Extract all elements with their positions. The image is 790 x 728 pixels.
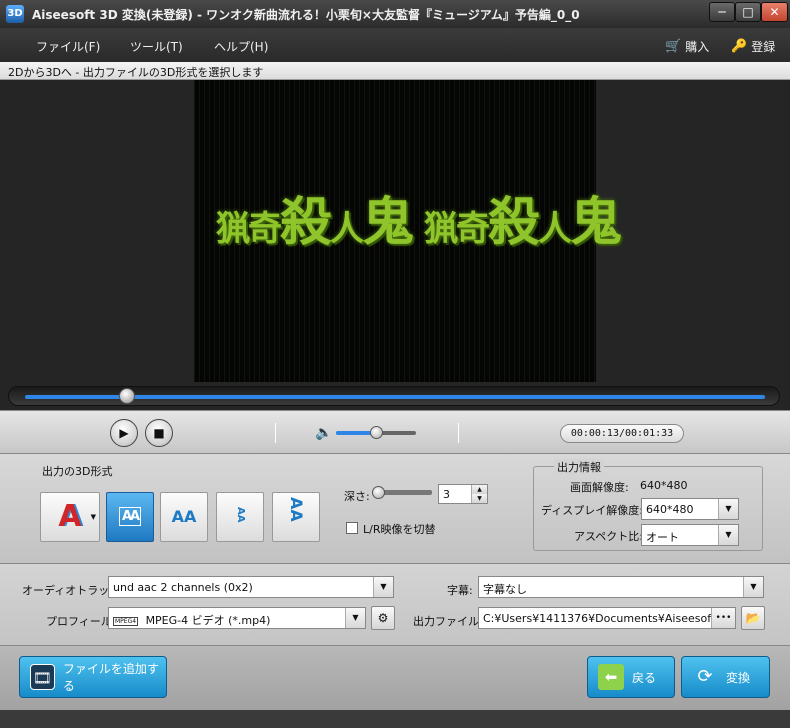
mpeg4-icon: MPEG4 [113, 616, 139, 626]
side-by-side-full-icon: AA [171, 507, 197, 526]
seek-progress [25, 395, 765, 399]
aspect-label: アスペクト比: [574, 530, 643, 543]
output-path-field[interactable]: C:¥Users¥1411376¥Documents¥Aiseesoft St … [478, 607, 736, 629]
preview-area: 猟奇殺人鬼 猟奇殺人鬼 [0, 80, 790, 410]
aspect-select[interactable]: オート ▼ [641, 524, 739, 546]
folder-icon: 📂 [745, 611, 761, 625]
depth-spinbox[interactable]: 3 ▲ ▼ [438, 484, 488, 504]
menu-bar: ファイル(F) ツール(T) ヘルプ(H) 🛒 購入 🔑 登録 [0, 28, 790, 62]
app-logo-icon: 3D [6, 5, 24, 23]
spin-up-icon[interactable]: ▲ [471, 485, 487, 494]
subtitle-select[interactable]: 字幕なし ▼ [478, 576, 764, 598]
lr-swap-label: L/R映像を切替 [363, 523, 436, 536]
convert-refresh-icon: ⟳ [697, 666, 713, 687]
settings-panel: 出力の3D形式 A ▼ AA AA AA AA 深さ: 3 ▲ ▼ L/R映像を… [0, 454, 790, 564]
top-bottom-half-icon: AA [235, 507, 246, 523]
menu-tools[interactable]: ツール(T) [130, 38, 183, 55]
seek-thumb[interactable] [119, 388, 135, 404]
menu-help[interactable]: ヘルプ(H) [214, 38, 268, 55]
chevron-down-icon: ▼ [743, 577, 763, 597]
maximize-button[interactable]: □ [735, 2, 761, 22]
convert-label: 変換 [726, 670, 751, 685]
profile-label: プロフィール: [46, 615, 116, 628]
add-film-icon: 🎞 [30, 664, 55, 690]
minimize-button[interactable]: ─ [709, 2, 735, 22]
stop-button[interactable]: ■ [145, 419, 173, 447]
status-bar [0, 710, 790, 728]
back-button[interactable]: ⬅ 戻る [587, 656, 675, 698]
window-title: Aiseesoft 3D 変換(未登録) - ワンオク新曲流れる！小栗旬×大友監… [32, 8, 580, 22]
dropdown-icon: ▼ [90, 513, 96, 521]
play-icon: ▶ [119, 426, 129, 440]
menu-file[interactable]: ファイル(F) [36, 38, 100, 55]
convert-button[interactable]: ⟳ 変換 [681, 656, 770, 698]
subtitle-value: 字幕なし [483, 583, 527, 596]
side-by-side-half-icon: AA [118, 507, 142, 526]
time-display: 00:00:13/00:01:33 [560, 424, 684, 443]
output-file-label: 出力ファイル: [413, 615, 483, 628]
video-preview: 猟奇殺人鬼 猟奇殺人鬼 [194, 80, 622, 382]
add-file-label: ファイルを追加する [62, 662, 159, 693]
output-path-value: C:¥Users¥1411376¥Documents¥Aiseesoft St [483, 612, 730, 625]
playback-controls: ▶ ■ 🔈 00:00:13/00:01:33 [0, 410, 790, 454]
purchase-link[interactable]: 🛒 購入 [665, 38, 709, 55]
top-bottom-full-icon: AA [287, 497, 306, 522]
profile-select[interactable]: MPEG4 MPEG-4 ビデオ (*.mp4) ▼ [108, 607, 366, 629]
title-bar: 3D Aiseesoft 3D 変換(未登録) - ワンオク新曲流れる！小栗旬×… [0, 0, 790, 28]
divider [458, 423, 459, 443]
seek-bar[interactable] [8, 386, 780, 406]
lr-swap-checkbox[interactable] [346, 522, 358, 534]
chevron-down-icon: ▼ [718, 499, 738, 519]
stop-icon: ■ [153, 426, 165, 440]
aspect-value: オート [646, 531, 679, 544]
more-button[interactable]: ••• [711, 608, 735, 628]
depth-thumb[interactable] [372, 486, 385, 499]
back-label: 戻る [632, 670, 657, 685]
side-by-side-full-button[interactable]: AA [160, 492, 208, 542]
display-resolution-select[interactable]: 640*480 ▼ [641, 498, 739, 520]
profile-settings-button[interactable]: ⚙ [371, 606, 395, 630]
chevron-down-icon: ▼ [718, 525, 738, 545]
divider [275, 423, 276, 443]
chevron-down-icon: ▼ [373, 577, 393, 597]
output-settings: オーディオトラック: und aac 2 channels (0x2) ▼ 字幕… [0, 564, 790, 646]
resolution-value: 640*480 [640, 479, 688, 492]
volume-icon[interactable]: 🔈 [315, 425, 332, 441]
display-resolution-value: 640*480 [646, 503, 694, 516]
format3d-label: 出力の3D形式 [42, 465, 113, 478]
top-bottom-full-button[interactable]: AA [272, 492, 320, 542]
gear-icon: ⚙ [377, 611, 389, 625]
close-button[interactable]: ✕ [761, 2, 788, 22]
chevron-down-icon: ▼ [345, 608, 365, 628]
anaglyph-icon: A [58, 499, 82, 534]
arrow-left-icon: ⬅ [598, 664, 624, 690]
top-bottom-half-button[interactable]: AA [216, 492, 264, 542]
subtitle-label: 字幕: [447, 584, 473, 597]
output-info-title: 出力情報 [554, 459, 604, 475]
audio-track-select[interactable]: und aac 2 channels (0x2) ▼ [108, 576, 394, 598]
add-file-button[interactable]: 🎞 ファイルを追加する [19, 656, 167, 698]
spin-down-icon[interactable]: ▼ [471, 494, 487, 503]
audio-track-value: und aac 2 channels (0x2) [113, 581, 253, 594]
video-title-right: 猟奇殺人鬼 [424, 192, 622, 253]
display-resolution-label: ディスプレイ解像度: [541, 504, 643, 517]
resolution-label: 画面解像度: [570, 481, 629, 494]
register-link[interactable]: 🔑 登録 [731, 38, 775, 55]
breadcrumb: 2Dから3Dへ - 出力ファイルの3D形式を選択します [0, 62, 790, 80]
open-folder-button[interactable]: 📂 [741, 606, 765, 630]
key-icon: 🔑 [731, 39, 748, 54]
cart-icon: 🛒 [665, 39, 682, 54]
anaglyph-format-button[interactable]: A ▼ [40, 492, 100, 542]
depth-value: 3 [443, 488, 450, 501]
depth-label: 深さ: [344, 490, 370, 503]
register-label: 登録 [751, 40, 776, 54]
side-by-side-half-button[interactable]: AA [106, 492, 154, 542]
profile-value: MPEG-4 ビデオ (*.mp4) [145, 614, 271, 627]
purchase-label: 購入 [685, 40, 710, 54]
play-button[interactable]: ▶ [110, 419, 138, 447]
video-title-left: 猟奇殺人鬼 [216, 192, 414, 253]
volume-thumb[interactable] [370, 426, 383, 439]
